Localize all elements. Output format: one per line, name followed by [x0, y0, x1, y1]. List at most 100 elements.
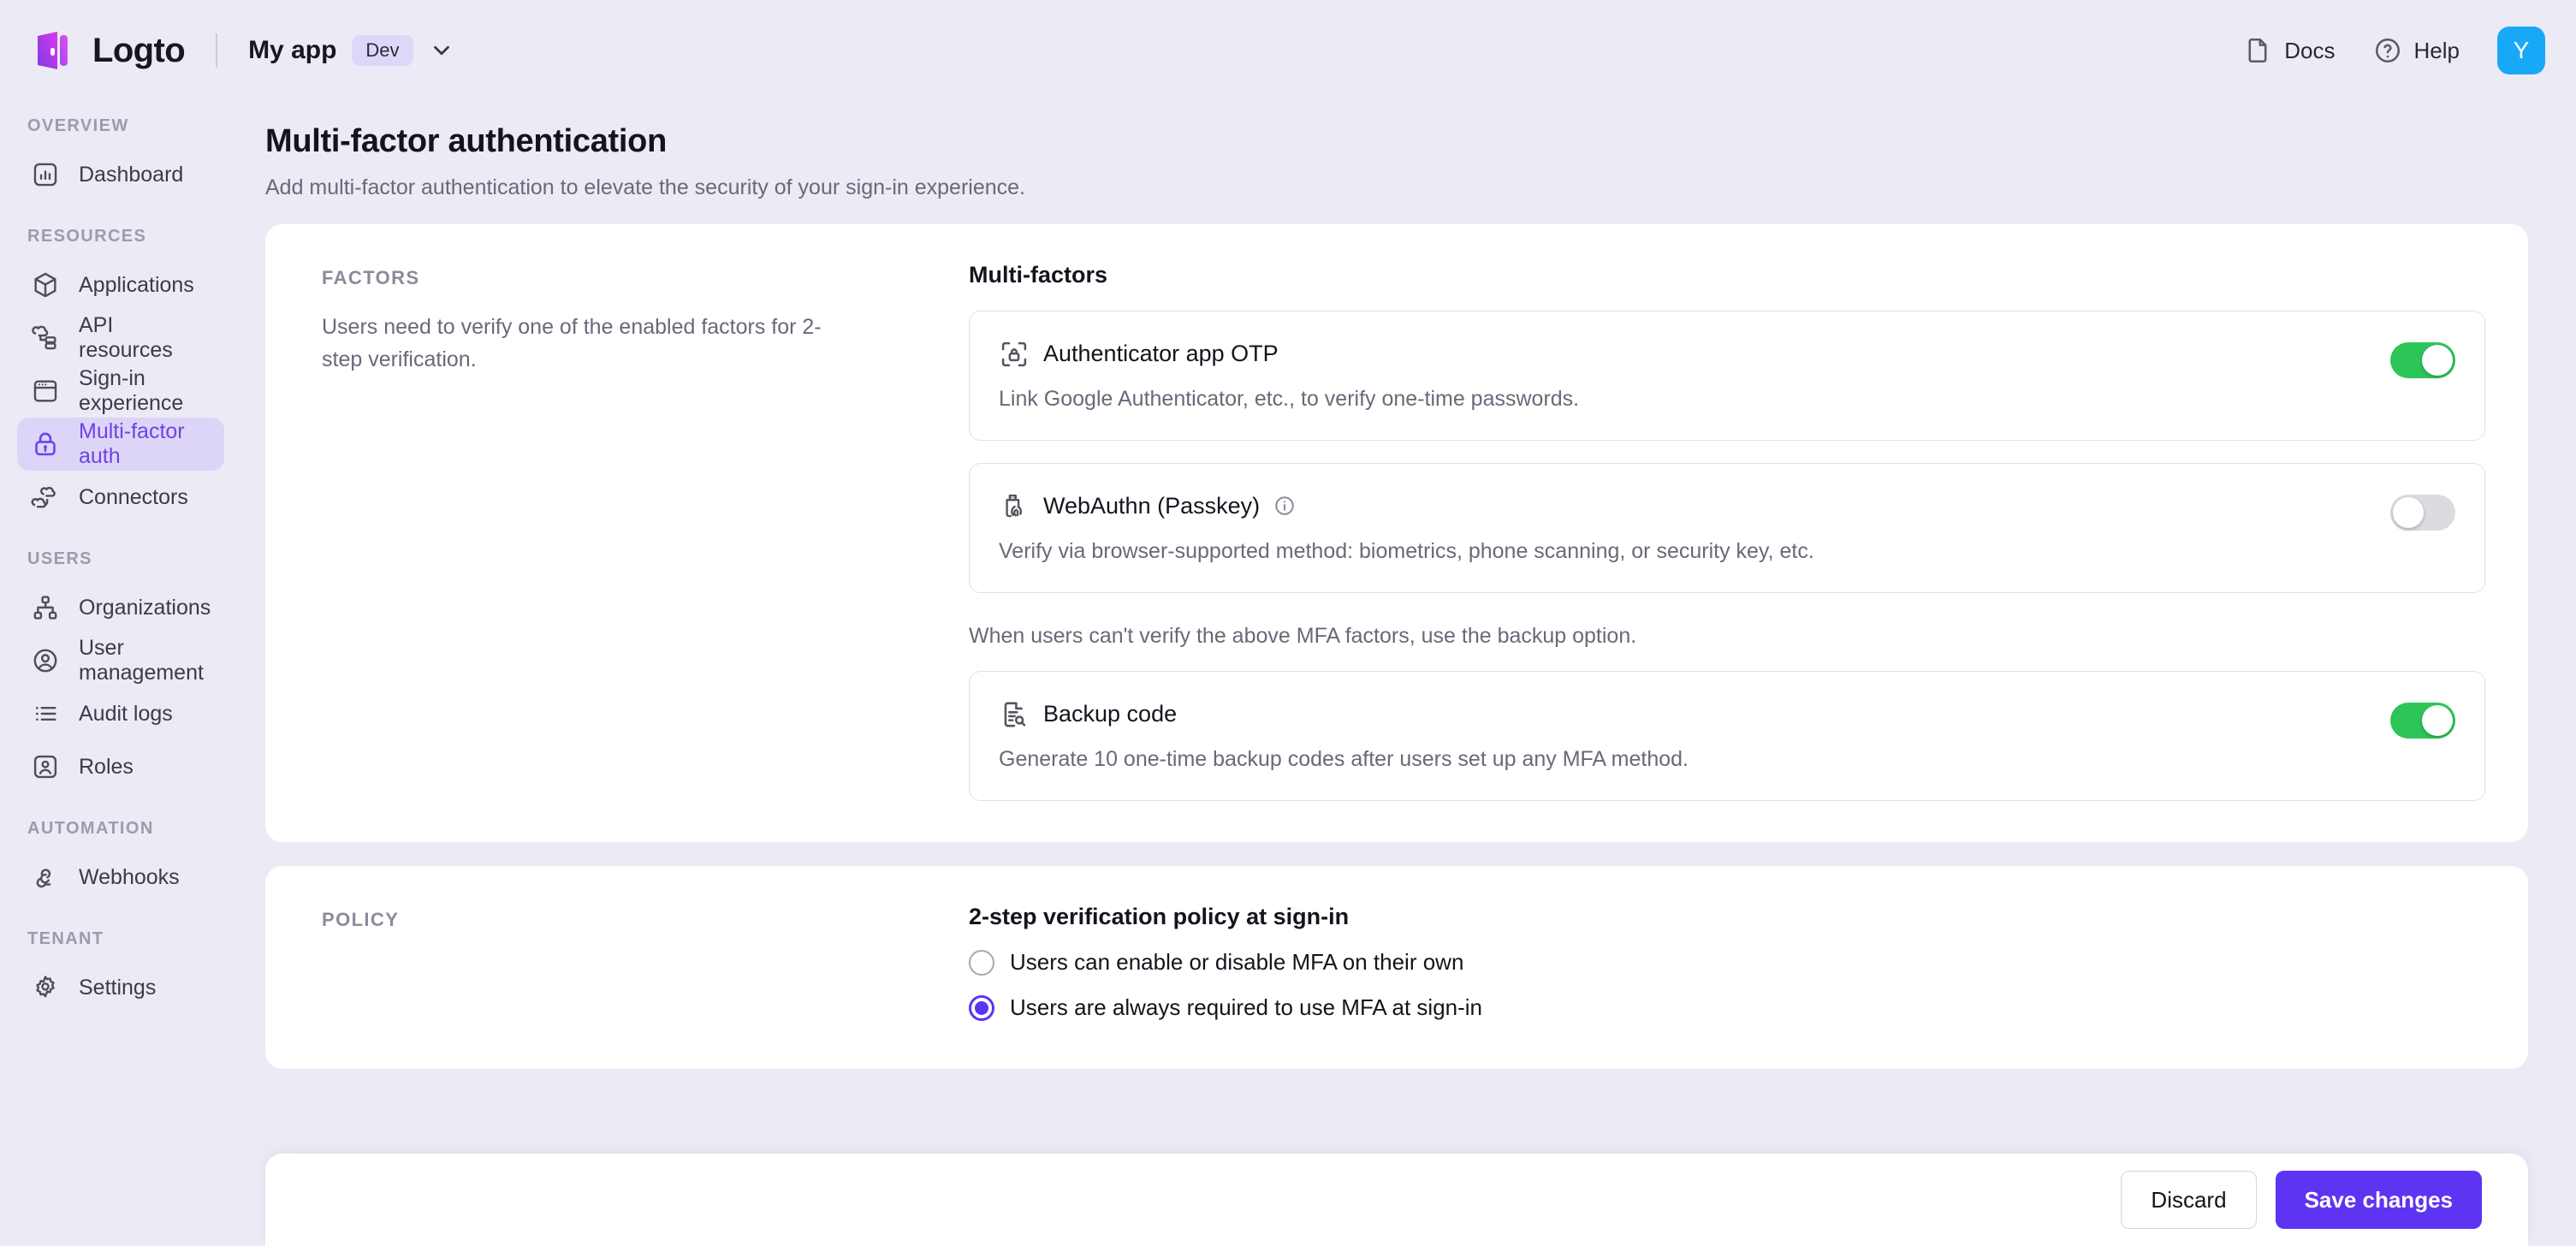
policy-option-self-managed[interactable]: Users can enable or disable MFA on their… — [969, 949, 2485, 976]
backup-note: When users can't verify the above MFA fa… — [969, 624, 1637, 648]
top-bar: Logto My app Dev Docs Help Y — [0, 0, 2576, 101]
factor-description: Generate 10 one-time backup codes after … — [999, 747, 1689, 771]
multi-factors-heading: Multi-factors — [969, 262, 1107, 288]
factor-body: Authenticator app OTP Link Google Authen… — [999, 337, 2358, 412]
question-circle-icon — [2373, 36, 2402, 65]
sidebar-item-label: Audit logs — [79, 701, 173, 726]
sidebar-item-dashboard[interactable]: Dashboard — [17, 148, 224, 201]
docs-link[interactable]: Docs — [2243, 36, 2336, 65]
security-key-fingerprint-icon — [999, 491, 1030, 522]
sidebar-item-api-resources[interactable]: API resources — [17, 312, 224, 365]
bar-chart-icon — [31, 160, 60, 189]
list-icon — [31, 699, 60, 728]
sidebar-item-label: Organizations — [79, 595, 211, 620]
toggle-knob — [2393, 497, 2424, 528]
org-tree-icon — [31, 593, 60, 622]
radio-button[interactable] — [969, 994, 994, 1021]
policy-panel-left: POLICY — [322, 904, 969, 1021]
env-badge: Dev — [352, 35, 413, 66]
sidebar-item-label: Connectors — [79, 484, 188, 509]
brand-divider — [216, 33, 218, 68]
factors-section-label: FACTORS — [322, 267, 420, 288]
user-circle-icon — [31, 646, 60, 675]
top-bar-actions: Docs Help Y — [2243, 27, 2545, 74]
factor-description: Verify via browser-supported method: bio… — [999, 539, 1814, 563]
sidebar-item-connectors[interactable]: Connectors — [17, 471, 224, 524]
main-content: Multi-factor authentication Add multi-fa… — [241, 101, 2576, 1246]
sidebar-group-automation: AUTOMATION — [27, 819, 154, 838]
page-title: Multi-factor authentication — [265, 123, 667, 159]
factors-panel-right: Multi-factors Authenticator app OTP Link… — [969, 262, 2485, 801]
user-square-icon — [31, 752, 60, 781]
sidebar-item-label: Sign-in experience — [79, 366, 184, 415]
chevron-down-icon — [429, 38, 454, 63]
avatar-initial: Y — [2513, 37, 2530, 63]
toggle-authenticator-otp[interactable] — [2390, 342, 2455, 378]
page-subtitle: Add multi-factor authentication to eleva… — [265, 175, 1025, 199]
sidebar-item-roles[interactable]: Roles — [17, 740, 224, 793]
sidebar-item-label: API resources — [79, 313, 173, 362]
sidebar-group-overview: OVERVIEW — [27, 116, 129, 135]
factor-title-row: Authenticator app OTP — [999, 337, 2358, 370]
factor-body: WebAuthn (Passkey) Verify via browser-su… — [999, 490, 2358, 564]
sidebar: OVERVIEW Dashboard RESOURCES Application… — [0, 101, 241, 1246]
factor-card-authenticator-otp: Authenticator app OTP Link Google Authen… — [969, 311, 2485, 441]
sidebar-item-organizations[interactable]: Organizations — [17, 581, 224, 634]
factor-body: Backup code Generate 10 one-time backup … — [999, 697, 2358, 772]
sidebar-group-resources: RESOURCES — [27, 227, 147, 246]
policy-option-label: Users can enable or disable MFA on their… — [1010, 949, 1464, 975]
sidebar-item-settings[interactable]: Settings — [17, 961, 224, 1014]
discard-button[interactable]: Discard — [2121, 1171, 2257, 1229]
app-switcher[interactable]: My app Dev — [248, 35, 454, 66]
factor-title: WebAuthn (Passkey) — [1043, 492, 1261, 519]
sidebar-item-label: Applications — [79, 272, 194, 297]
sidebar-item-sign-in-experience[interactable]: Sign-in experience — [17, 365, 224, 418]
webhook-icon — [31, 863, 60, 892]
avatar[interactable]: Y — [2497, 27, 2545, 74]
brand-name: Logto — [92, 31, 186, 69]
sidebar-item-label: Multi-factor auth — [79, 419, 185, 468]
action-bar: Discard Save changes — [265, 1154, 2528, 1246]
policy-option-always-required[interactable]: Users are always required to use MFA at … — [969, 994, 2485, 1021]
factors-panel-left: FACTORS Users need to verify one of the … — [322, 262, 969, 801]
lock-icon — [31, 430, 60, 459]
sidebar-item-applications[interactable]: Applications — [17, 258, 224, 312]
factor-card-webauthn: WebAuthn (Passkey) Verify via browser-su… — [969, 463, 2485, 593]
info-circle-icon[interactable] — [1273, 495, 1296, 517]
sidebar-item-label: Dashboard — [79, 162, 184, 187]
save-changes-button[interactable]: Save changes — [2275, 1171, 2482, 1229]
factor-description: Link Google Authenticator, etc., to veri… — [999, 387, 1580, 411]
toggle-knob — [2422, 345, 2453, 376]
policy-section-label: POLICY — [322, 909, 400, 930]
help-link[interactable]: Help — [2373, 36, 2460, 65]
toggle-backup-code[interactable] — [2390, 703, 2455, 739]
docs-label: Docs — [2284, 37, 2336, 63]
sidebar-item-label: User management — [79, 636, 204, 685]
factors-panel: FACTORS Users need to verify one of the … — [265, 224, 2528, 842]
browser-window-icon — [31, 377, 60, 406]
document-search-icon — [999, 699, 1030, 730]
sidebar-item-label: Webhooks — [79, 864, 180, 889]
sidebar-item-audit-logs[interactable]: Audit logs — [17, 687, 224, 740]
factor-title-row: Backup code — [999, 697, 2358, 730]
sidebar-item-user-management[interactable]: User management — [17, 634, 224, 687]
factor-title: Backup code — [1043, 700, 1178, 727]
sidebar-group-users: USERS — [27, 549, 92, 568]
toggle-knob — [2422, 705, 2453, 736]
sidebar-item-webhooks[interactable]: Webhooks — [17, 851, 224, 904]
help-label: Help — [2413, 37, 2460, 63]
factor-card-backup-code: Backup code Generate 10 one-time backup … — [969, 671, 2485, 801]
logto-logo-icon — [36, 31, 74, 70]
toggle-webauthn[interactable] — [2390, 495, 2455, 531]
cube-icon — [31, 270, 60, 300]
sidebar-item-label: Settings — [79, 975, 157, 1000]
document-icon — [2243, 36, 2272, 65]
factors-section-description: Users need to verify one of the enabled … — [322, 315, 822, 371]
sidebar-item-multi-factor-auth[interactable]: Multi-factor auth — [17, 418, 224, 471]
radio-button[interactable] — [969, 949, 994, 976]
factor-title: Authenticator app OTP — [1043, 340, 1279, 366]
api-cloud-icon — [31, 323, 60, 353]
policy-panel-right: 2-step verification policy at sign-in Us… — [969, 904, 2485, 1021]
sidebar-group-tenant: TENANT — [27, 929, 104, 948]
brand: Logto — [36, 31, 186, 70]
